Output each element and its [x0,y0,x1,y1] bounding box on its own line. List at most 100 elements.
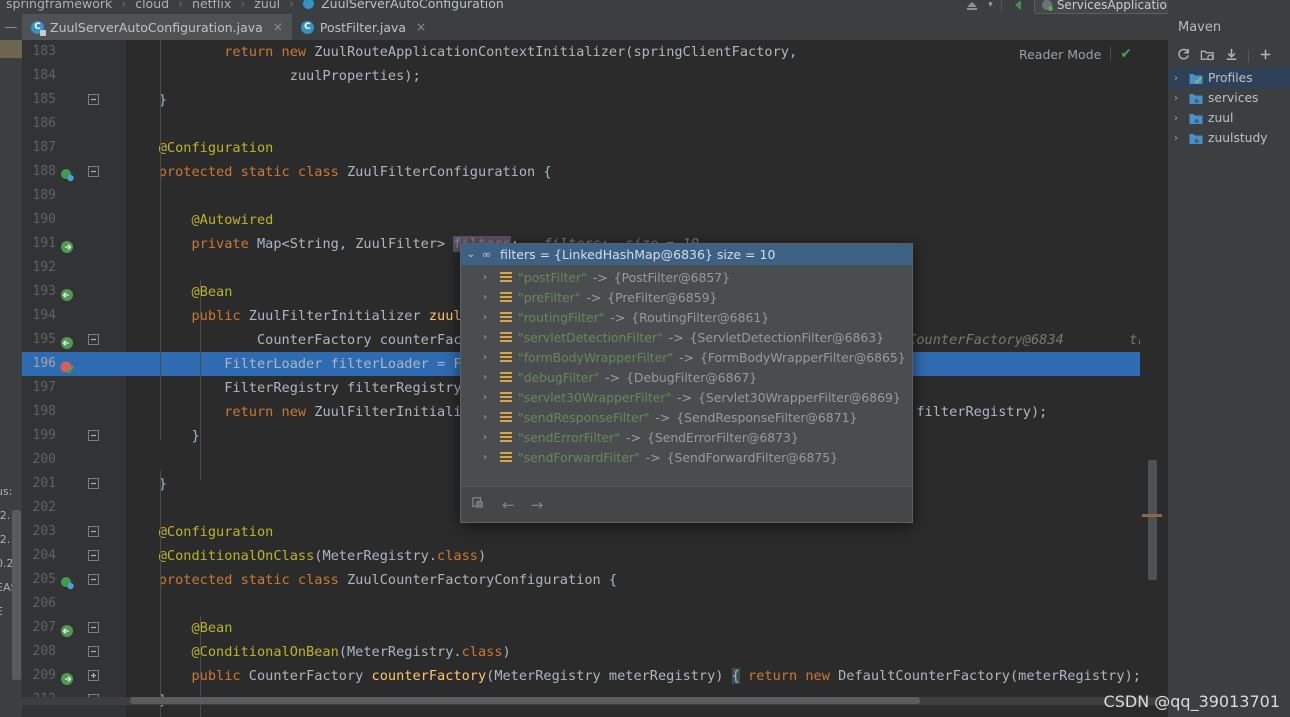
popup-entry-row[interactable]: › "postFilter" -> {PostFilter@6857} [461,267,912,287]
chevron-right-icon[interactable]: › [483,272,494,283]
maven-tree-item-zuulstudy[interactable]: › m zuulstudy [1168,128,1290,148]
add-module-icon[interactable] [1200,47,1215,66]
popup-footer-toolbar: ← → [461,486,912,522]
popup-entry-key: "routingFilter" [518,309,605,325]
breadcrumb-separator-icon: › [121,0,127,11]
popup-entry-value: {SendResponseFilter@6871} [676,409,858,425]
run-configuration-label: ServicesApplication [1056,0,1175,12]
chevron-right-icon[interactable]: › [483,312,494,323]
maven-module-icon: m [1189,112,1203,125]
forward-icon[interactable]: → [531,496,544,514]
build-caret-icon[interactable]: ▾ [988,0,993,10]
popup-entry-key: "formBodyWrapperFilter" [518,349,674,365]
popup-entry-value: {Servlet30WrapperFilter@6869} [697,389,901,405]
tab-zuulserverautoconfiguration[interactable]: C ZuulServerAutoConfiguration.java × [22,14,292,40]
popup-entry-key: "preFilter" [518,289,581,305]
popup-entry-key: "sendErrorFilter" [518,429,621,445]
divider [1110,47,1112,61]
popup-entry-row[interactable]: › "preFilter" -> {PreFilter@6859} [461,287,912,307]
horizontal-scrollbar[interactable] [130,697,920,704]
popup-entry-list: › "postFilter" -> {PostFilter@6857} › "preF… [461,265,912,467]
popup-entry-value: {PreFilter@6859} [607,289,718,305]
top-breadcrumb-strip: springframework › cloud › netflix › zuul… [0,0,1290,14]
run-prev-icon[interactable] [1010,0,1026,13]
popup-entry-key: "postFilter" [518,269,587,285]
copy-icon[interactable] [471,495,486,514]
chevron-right-icon[interactable]: › [483,392,494,403]
popup-header-row[interactable]: ⌄ ∞ filters = {LinkedHashMap@6836} size … [461,244,912,265]
chevron-right-icon[interactable]: › [483,452,494,463]
maven-project-tree[interactable]: › Profiles › m services › m zuul › m zuulstudy [1168,68,1290,148]
close-icon[interactable]: × [416,20,426,34]
map-entry-icon [500,331,512,343]
back-icon[interactable]: ← [502,496,515,514]
chevron-right-icon[interactable]: › [483,332,494,343]
breadcrumb-separator-icon: › [240,0,246,11]
popup-entry-key: "sendForwardFilter" [518,449,640,465]
maven-tree-item-label: services [1208,91,1259,105]
popup-entry-row[interactable]: › "servlet30WrapperFilter" -> {Servlet30W… [461,387,912,407]
run-configuration-selector[interactable]: ServicesApplication ▾ [1033,0,1190,14]
breadcrumb-seg-2[interactable]: netflix [192,0,231,11]
close-icon[interactable]: × [273,20,283,34]
chevron-down-icon[interactable]: ⌄ [465,249,477,260]
popup-entry-key: "sendResponseFilter" [518,409,650,425]
chevron-right-icon[interactable]: › [1174,93,1184,104]
maven-tree-item-services[interactable]: › m services [1168,88,1290,108]
popup-entry-key: "servlet30WrapperFilter" [518,389,672,405]
popup-entry-row[interactable]: › "sendErrorFilter" -> {SendErrorFilter@6… [461,427,912,447]
map-entry-icon [500,371,512,383]
popup-entry-row[interactable]: › "sendResponseFilter" -> {SendResponseFi… [461,407,912,427]
popup-entry-row[interactable]: › "servletDetectionFilter" -> {ServletDet… [461,327,912,347]
chevron-right-icon[interactable]: › [483,412,494,423]
scrollbar-thumb[interactable] [1148,460,1157,580]
inspections-ok-icon[interactable]: ✔ [1120,46,1132,62]
ide-window: springframework › cloud › netflix › zuul… [0,0,1290,717]
popup-entry-row[interactable]: › "formBodyWrapperFilter" -> {FormBodyWra… [461,347,912,367]
maven-module-icon: m [1189,92,1203,105]
breadcrumb-current-class[interactable]: ZuulServerAutoConfiguration [321,0,504,11]
chevron-right-icon[interactable]: › [483,352,494,363]
svg-text:m: m [1195,98,1199,105]
svg-text:m: m [1195,138,1199,145]
download-icon[interactable] [1224,47,1239,66]
tab-list-collapse-icon[interactable]: — [0,14,22,40]
popup-entry-arrow: -> [655,409,671,425]
plus-icon[interactable] [1258,47,1273,66]
build-icon[interactable] [964,0,980,13]
scrollbar-marker [1142,514,1162,517]
popup-entry-arrow: -> [626,429,641,445]
editor-scrollbar[interactable] [1140,40,1168,717]
reload-icon[interactable] [1176,47,1191,66]
breadcrumb-seg-3[interactable]: zuul [254,0,280,11]
reader-mode-label: Reader Mode [1018,46,1102,62]
profiles-icon [1189,72,1203,85]
popup-entry-row[interactable]: › "sendForwardFilter" -> {SendForwardFilt… [461,447,912,467]
maven-tree-item-label: zuulstudy [1208,131,1268,145]
popup-entry-row[interactable]: › "routingFilter" -> {RoutingFilter@6861} [461,307,912,327]
chevron-right-icon[interactable]: › [1174,113,1184,124]
chevron-right-icon[interactable]: › [1174,73,1184,84]
popup-entry-arrow: -> [679,349,694,365]
popup-entry-arrow: -> [677,389,692,405]
chevron-right-icon[interactable]: › [483,292,494,303]
java-class-locked-icon: C [31,20,46,36]
maven-tree-item-zuul[interactable]: › m zuul [1168,108,1290,128]
popup-entry-row[interactable]: › "debugFilter" -> {DebugFilter@6867} [461,367,912,387]
debugger-value-popup[interactable]: ⌄ ∞ filters = {LinkedHashMap@6836} size … [460,243,913,523]
breadcrumb-seg-1[interactable]: cloud [135,0,169,11]
java-class-icon: C [300,20,314,34]
chevron-right-icon[interactable]: › [1174,133,1184,144]
chevron-right-icon[interactable]: › [483,372,494,383]
map-entry-icon [500,311,512,323]
reader-mode-indicator[interactable]: Reader Mode ✔ [1019,46,1132,62]
popup-entry-arrow: -> [610,309,626,325]
breadcrumb-seg-0[interactable]: springframework [6,0,112,11]
chevron-right-icon[interactable]: › [483,432,494,443]
tab-postfilter[interactable]: C PostFilter.java × [292,14,435,40]
popup-entry-value: {DebugFilter@6867} [626,369,758,385]
breadcrumb[interactable]: springframework › cloud › netflix › zuul… [6,0,504,11]
svg-text:m: m [1195,118,1199,125]
maven-toolbar [1168,44,1290,68]
maven-tree-item-profiles[interactable]: › Profiles [1168,68,1290,88]
